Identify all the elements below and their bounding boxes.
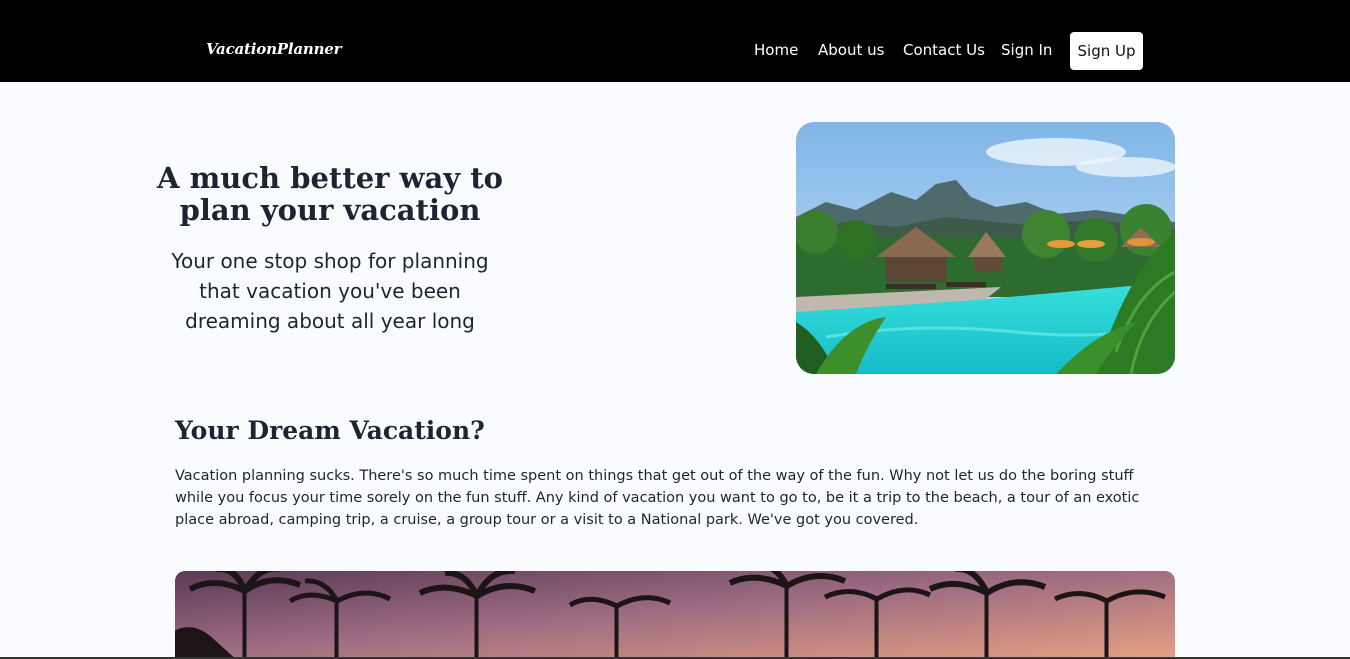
- sunset-palms-image: [175, 571, 1175, 659]
- resort-pool-illustration: [796, 122, 1175, 374]
- nav-links: Home About us Contact Us Sign In Sign Up: [0, 32, 1350, 70]
- sunset-palms-illustration: [175, 571, 1175, 659]
- nav-link-sign-in[interactable]: Sign In: [1001, 41, 1052, 59]
- hero-resort-image: [796, 122, 1175, 374]
- dream-vacation-heading: Your Dream Vacation?: [175, 416, 485, 445]
- top-navbar: VacationPlanner Home About us Contact Us…: [0, 0, 1350, 82]
- sign-up-button[interactable]: Sign Up: [1070, 32, 1143, 70]
- nav-link-contact-us[interactable]: Contact Us: [903, 41, 985, 59]
- nav-link-home[interactable]: Home: [754, 41, 798, 59]
- dream-vacation-paragraph: Vacation planning sucks. There's so much…: [175, 468, 1140, 528]
- nav-link-about-us[interactable]: About us: [818, 41, 884, 59]
- hero-title: A much better way to plan your vacation: [157, 161, 503, 227]
- hero-subtitle: Your one stop shop for planning that vac…: [171, 249, 489, 333]
